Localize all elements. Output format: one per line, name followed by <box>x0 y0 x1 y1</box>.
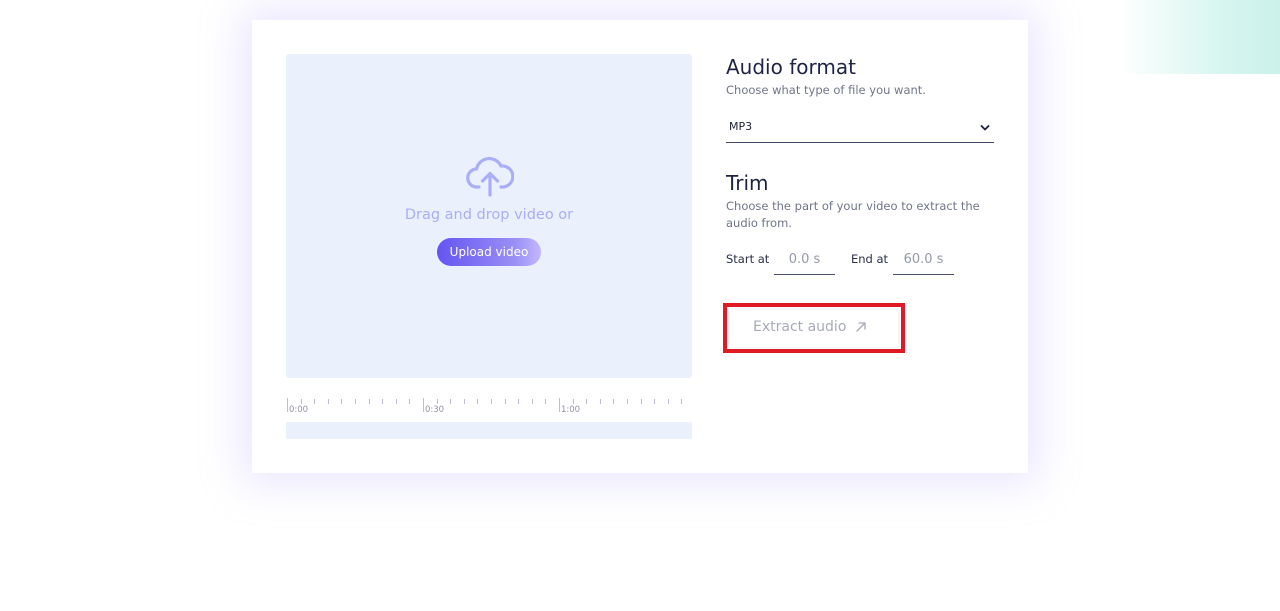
timeline-tick <box>300 399 302 404</box>
trim-subtitle: Choose the part of your video to extract… <box>726 199 980 230</box>
timeline-label-mid: 0:30 <box>425 405 445 415</box>
trim-section: Trim Choose the part of your video to ex… <box>726 170 994 232</box>
timeline-tick <box>572 399 574 404</box>
timeline-tick <box>409 399 411 404</box>
arrow-up-right-icon <box>856 322 866 332</box>
timeline-tick <box>395 399 397 404</box>
cloud-upload-icon <box>466 156 514 197</box>
trim-range: Start at End at <box>726 244 994 276</box>
timeline-tick <box>654 399 656 404</box>
timeline-tick <box>341 399 343 404</box>
timeline-tick <box>681 399 683 404</box>
upload-video-button[interactable]: Upload video <box>437 238 541 266</box>
timeline-track[interactable] <box>286 422 692 439</box>
audio-format-subtitle: Choose what type of file you want. <box>726 83 926 97</box>
timeline-tick <box>599 399 601 404</box>
timeline-tick <box>477 399 479 404</box>
trim-title: Trim <box>726 171 769 195</box>
audio-format-select[interactable]: MP3 <box>726 116 994 143</box>
audio-format-value: MP3 <box>729 120 753 133</box>
timeline-tick <box>613 399 615 404</box>
timeline-tick <box>436 399 438 404</box>
extract-audio-card: Drag and drop video or Upload video 0:00… <box>252 20 1028 473</box>
timeline-tick <box>368 399 370 404</box>
start-at-label: Start at <box>726 252 770 266</box>
audio-format-title: Audio format <box>726 55 856 79</box>
dropzone-prompt: Drag and drop video or <box>404 207 574 223</box>
timeline-tick <box>586 399 588 404</box>
timeline-label-end: 1:00 <box>561 405 581 415</box>
timeline-tick <box>423 398 424 412</box>
extract-audio-button[interactable]: Extract audio <box>730 310 898 347</box>
timeline-tick <box>531 399 533 404</box>
page: Drag and drop video or Upload video 0:00… <box>0 0 1280 611</box>
timeline-tick <box>559 398 560 412</box>
timeline-tick <box>355 399 356 404</box>
timeline-tick <box>504 399 506 404</box>
chevron-down-icon <box>980 125 990 131</box>
timeline-tick <box>518 399 520 404</box>
timeline-tick <box>640 399 642 404</box>
timeline-tick <box>382 399 384 404</box>
timeline-ruler: 0:00 0:30 1:00 <box>286 394 692 418</box>
timeline-label-start: 0:00 <box>289 405 309 415</box>
timeline-tick <box>287 398 288 412</box>
timeline-tick <box>667 399 669 404</box>
settings-panel: Audio format Choose what type of file yo… <box>726 54 994 275</box>
timeline-tick <box>545 399 547 404</box>
video-dropzone[interactable]: Drag and drop video or Upload video <box>286 54 692 378</box>
timeline-tick <box>450 399 452 404</box>
timeline-tick <box>627 399 628 404</box>
corner-glow <box>1120 0 1280 74</box>
timeline-tick <box>463 399 465 404</box>
timeline-tick <box>327 399 329 404</box>
end-at-label: End at <box>851 252 889 266</box>
start-time-input[interactable] <box>774 244 835 275</box>
timeline-tick <box>491 399 492 404</box>
timeline-tick <box>314 399 316 404</box>
end-time-input[interactable] <box>893 244 954 275</box>
extract-audio-label: Extract audio <box>753 319 847 335</box>
